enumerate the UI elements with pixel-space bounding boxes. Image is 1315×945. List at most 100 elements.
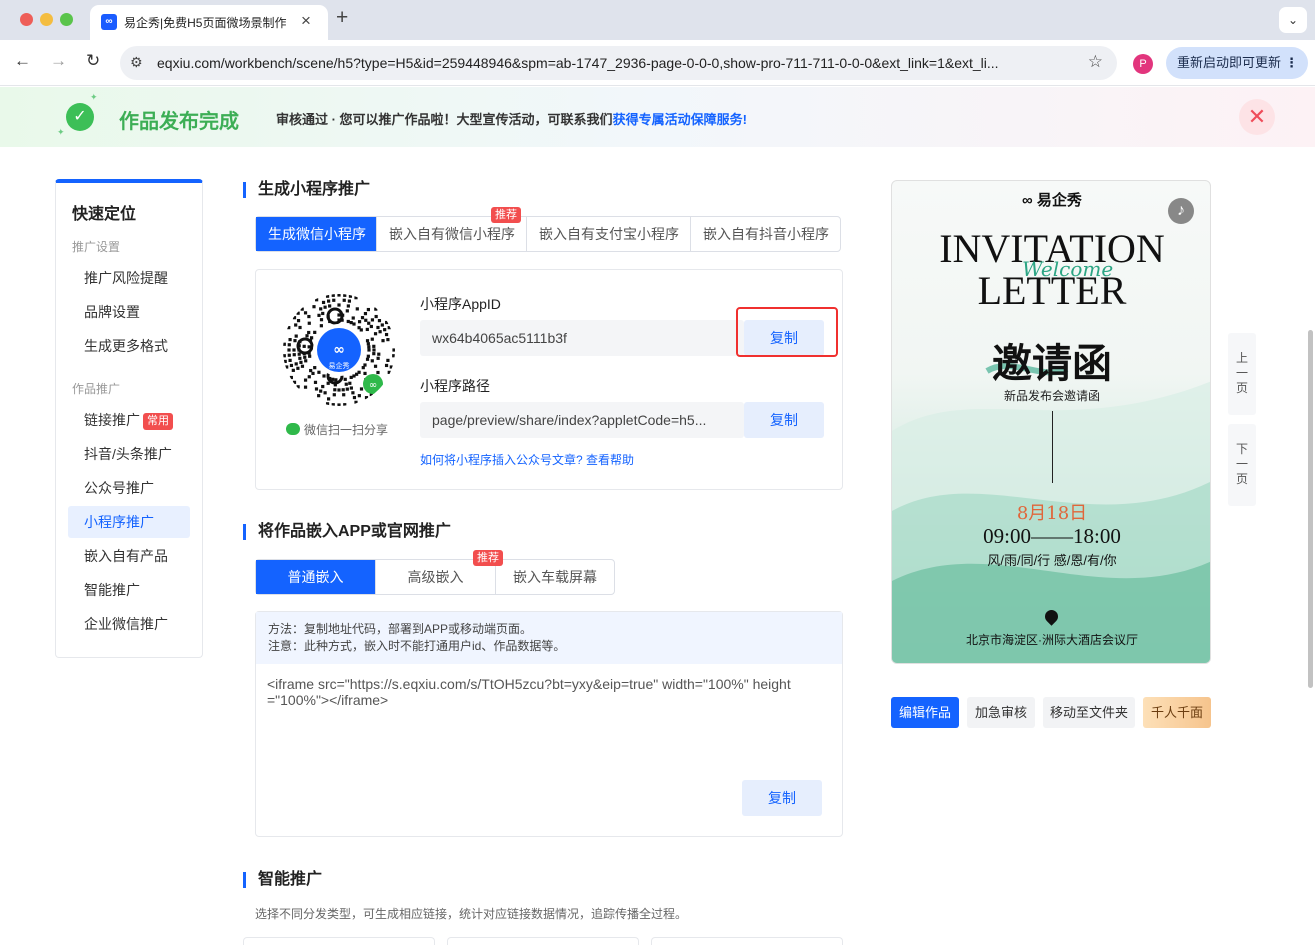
bookmark-star-icon[interactable]: ☆ — [1088, 52, 1103, 72]
music-note-icon[interactable]: ♪ — [1168, 198, 1194, 224]
close-window-button[interactable] — [20, 13, 33, 26]
tab-title: 易企秀|免费H5页面微场景制作 — [124, 16, 287, 30]
copy-path-button[interactable]: 复制 — [744, 402, 824, 438]
hot-badge: 常用 — [143, 413, 173, 430]
preview-motto: 风/雨/同/行 感/恩/有/你 — [987, 553, 1117, 568]
nav-item-smart-promotion[interactable]: 智能推广 — [68, 574, 190, 606]
wechat-icon — [286, 423, 300, 435]
appid-field[interactable]: wx64b4065ac5111b3f — [420, 320, 744, 356]
minimize-window-button[interactable] — [40, 13, 53, 26]
path-label: 小程序路径 — [420, 378, 490, 394]
copy-embed-code-button[interactable]: 复制 — [742, 780, 822, 816]
publish-success-banner: ✦ ✦ ✓ 作品发布完成 审核通过 · 您可以推广作品啦！大型宣传活动，可联系我… — [0, 87, 1315, 147]
nav-item-more-formats[interactable]: 生成更多格式 — [68, 330, 190, 362]
sparkle-icon: ✦ — [57, 127, 65, 137]
preview-subtitle: 新品发布会邀请函 — [1003, 389, 1100, 403]
nav-group-promotion: 作品推广 — [72, 382, 121, 396]
edit-work-button[interactable]: 编辑作品 — [891, 697, 959, 728]
urgent-review-button[interactable]: 加急审核 — [967, 697, 1035, 728]
work-preview[interactable]: ∞ 易企秀 ♪ INVITATION Welcome LETTER 邀请函 新品… — [891, 180, 1211, 664]
preview-logo-text: 易企秀 — [1036, 192, 1082, 209]
quick-nav-title: 快速定位 — [72, 206, 137, 223]
nav-item-mini-program[interactable]: 小程序推广 — [68, 506, 190, 538]
more-menu-icon[interactable]: ⋮ — [1285, 47, 1298, 79]
smart-description: 选择不同分发类型，可生成相应链接，统计对应链接数据情况，追踪传播全过程。 — [255, 907, 688, 921]
profile-avatar[interactable]: P — [1133, 54, 1153, 74]
smart-card[interactable] — [651, 937, 843, 945]
eqxiu-favicon-icon: ∞ — [101, 14, 117, 30]
url-field[interactable]: ⚙ eqxiu.com/workbench/scene/h5?type=H5&i… — [120, 46, 1117, 80]
banner-title: 作品发布完成 — [119, 111, 239, 133]
tab-car-screen-embed[interactable]: 嵌入车载屏幕 — [496, 560, 614, 594]
tab-normal-embed[interactable]: 普通嵌入 — [256, 560, 376, 594]
check-circle-icon: ✓ — [66, 103, 94, 131]
tab-embed-alipay[interactable]: 嵌入自有支付宝小程序 — [527, 217, 691, 251]
page-scrollbar[interactable] — [1308, 330, 1313, 688]
banner-message: 审核通过 · 您可以推广作品啦！大型宣传活动，可联系我们获得专属活动保障服务! — [276, 109, 747, 128]
move-to-folder-button[interactable]: 移动至文件夹 — [1043, 697, 1135, 728]
tab-label: 高级嵌入 — [407, 569, 464, 585]
next-page-button[interactable]: 下一页 — [1228, 424, 1256, 506]
nav-group-settings: 推广设置 — [72, 240, 121, 254]
preview-divider — [1052, 411, 1053, 483]
next-page-label: 下一页 — [1236, 442, 1249, 486]
preview-address: 北京市海淀区·洲际大酒店会议厅 — [966, 633, 1138, 647]
nav-item-label: 链接推广 — [84, 412, 140, 428]
nav-item-douyin[interactable]: 抖音/头条推广 — [68, 438, 190, 470]
activity-service-link[interactable]: 获得专属活动保障服务! — [613, 112, 747, 127]
help-link[interactable]: 如何将小程序插入公众号文章? 查看帮助 — [420, 451, 634, 468]
reload-icon[interactable]: ↻ — [86, 51, 100, 71]
tab-close-icon[interactable]: × — [301, 11, 311, 31]
browser-tab[interactable]: ∞ 易企秀|免费H5页面微场景制作 × — [90, 5, 328, 40]
tab-advanced-embed[interactable]: 高级嵌入 推荐 — [376, 550, 503, 594]
svg-text:∞: ∞ — [369, 380, 377, 391]
maximize-window-button[interactable] — [60, 13, 73, 26]
nav-item-link-promotion[interactable]: 链接推广 常用 — [68, 404, 190, 436]
nav-item-brand-settings[interactable]: 品牌设置 — [68, 296, 190, 328]
embed-method-note: 方法：复制地址代码，部署到APP或移动端页面。 注意：此种方式，嵌入时不能打通用… — [256, 612, 842, 664]
section-title-miniprogram: 生成小程序推广 — [243, 182, 370, 198]
smart-card[interactable] — [447, 937, 639, 945]
preview-cn-title: 邀请函 — [992, 340, 1112, 387]
highlight-box — [736, 307, 838, 357]
back-arrow-icon[interactable]: ← — [14, 51, 31, 71]
preview-logo-infinity-icon: ∞ — [1022, 192, 1037, 209]
embed-tabs: 普通嵌入 高级嵌入 推荐 嵌入车载屏幕 — [255, 550, 615, 595]
nav-item-official-account[interactable]: 公众号推广 — [68, 472, 190, 504]
relaunch-update-button[interactable]: 重新启动即可更新 ⋮ — [1166, 47, 1308, 79]
sparkle-icon: ✦ — [90, 92, 98, 102]
preview-time: 09:00——18:00 — [983, 524, 1121, 548]
preview-heading-2: LETTER — [977, 268, 1127, 313]
nav-item-embed-product[interactable]: 嵌入自有产品 — [68, 540, 190, 572]
forward-arrow-icon[interactable]: → — [50, 51, 67, 71]
tab-embed-douyin[interactable]: 嵌入自有抖音小程序 — [691, 217, 840, 251]
relaunch-update-label: 重新启动即可更新 — [1177, 55, 1282, 70]
close-banner-icon[interactable]: ✕ — [1239, 99, 1275, 135]
qr-pattern: ∞ 易企秀 ∞ — [283, 294, 395, 406]
prev-page-label: 上一页 — [1236, 351, 1249, 395]
path-field[interactable]: page/preview/share/index?appletCode=h5..… — [420, 402, 744, 438]
banner-text: 审核通过 · 您可以推广作品啦！大型宣传活动，可联系我们 — [276, 112, 613, 127]
smart-card[interactable] — [243, 937, 435, 945]
qr-share-hint: 微信扫一扫分享 — [286, 421, 388, 438]
address-bar: ← → ↻ ⚙ eqxiu.com/workbench/scene/h5?typ… — [0, 40, 1315, 86]
miniprogram-qr-code[interactable]: ∞ 易企秀 ∞ — [283, 294, 395, 406]
embed-code-textarea[interactable]: <iframe src="https://s.eqxiu.com/s/TtOH5… — [267, 676, 807, 708]
miniprogram-tabs: 生成微信小程序 嵌入自有微信小程序 推荐 嵌入自有支付宝小程序 嵌入自有抖音小程… — [255, 207, 841, 252]
notice-line: 注意：此种方式，嵌入时不能打通用户id、作品数据等。 — [268, 639, 566, 653]
tab-generate-wechat[interactable]: 生成微信小程序 — [256, 217, 377, 251]
site-settings-icon[interactable]: ⚙ — [130, 54, 143, 71]
tab-search-chevron-icon[interactable]: ⌄ — [1279, 7, 1307, 33]
nav-item-wecom[interactable]: 企业微信推广 — [68, 608, 190, 640]
section-title-embed: 将作品嵌入APP或官网推广 — [243, 524, 451, 540]
personalize-button[interactable]: 千人千面 — [1143, 697, 1211, 728]
tab-label: 嵌入自有微信小程序 — [389, 226, 515, 242]
appid-label: 小程序AppID — [420, 296, 501, 312]
nav-item-risk-reminder[interactable]: 推广风险提醒 — [68, 262, 190, 294]
tab-embed-wechat[interactable]: 嵌入自有微信小程序 推荐 — [377, 207, 527, 251]
new-tab-icon[interactable]: + — [336, 6, 348, 30]
quick-nav-panel: 快速定位 推广设置 推广风险提醒 品牌设置 生成更多格式 作品推广 链接推广 常用… — [55, 179, 203, 658]
prev-page-button[interactable]: 上一页 — [1228, 333, 1256, 415]
preview-date: 8月18日 — [1016, 503, 1088, 524]
recommend-badge: 推荐 — [491, 207, 521, 223]
